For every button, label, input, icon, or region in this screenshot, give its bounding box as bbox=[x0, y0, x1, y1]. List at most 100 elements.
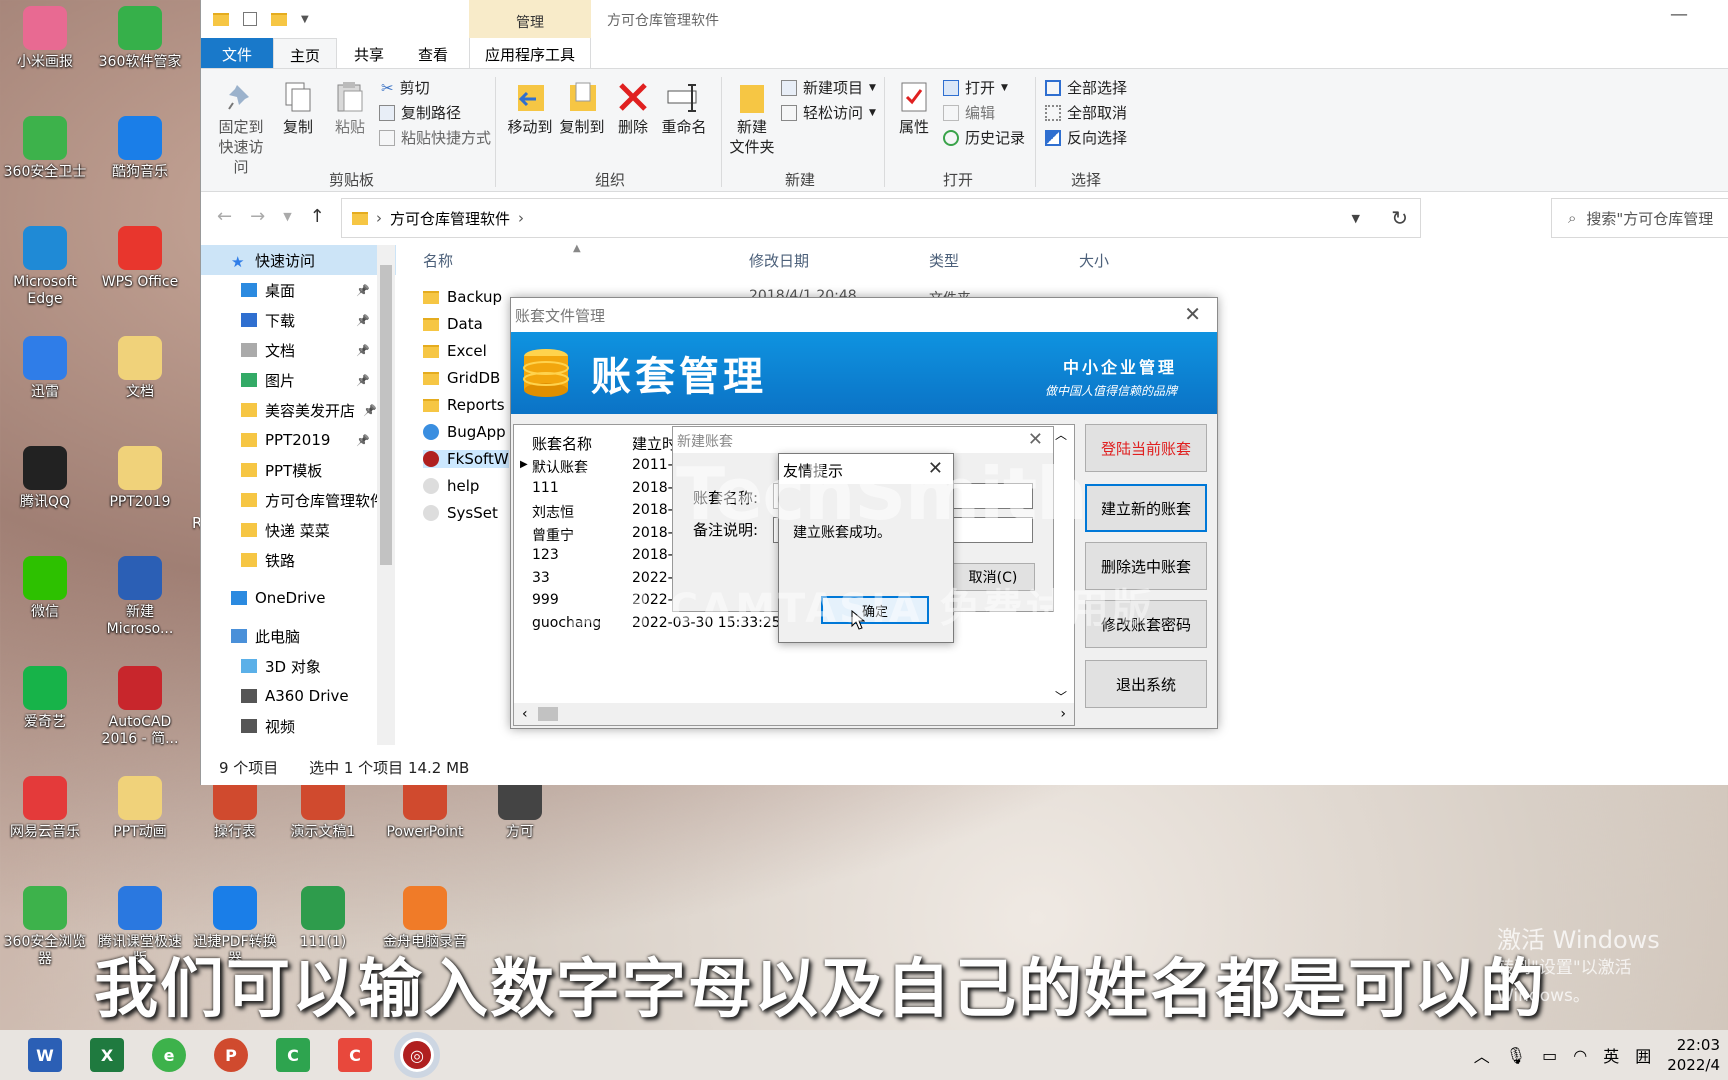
copy-button[interactable]: 复制 bbox=[273, 79, 323, 137]
move-to-button[interactable]: 移动到 bbox=[505, 79, 555, 137]
paste-shortcut-button[interactable]: 粘贴快捷方式 bbox=[379, 127, 491, 148]
file-row[interactable]: Excel bbox=[423, 342, 487, 360]
pin-icon[interactable]: 📌 bbox=[356, 314, 370, 327]
desktop-icon[interactable]: 迅雷 bbox=[0, 336, 90, 401]
new-item-button[interactable]: 新建项目 ▼ bbox=[781, 77, 876, 98]
fangke-app-icon[interactable]: ◎ bbox=[394, 1032, 440, 1078]
desktop-icon[interactable]: 网易云音乐 bbox=[0, 776, 90, 841]
back-arrow-icon[interactable]: ← bbox=[217, 206, 232, 227]
chevron-right-icon[interactable]: › bbox=[1060, 706, 1066, 722]
chevron-left-icon[interactable]: ‹ bbox=[522, 706, 528, 722]
desktop-icon[interactable]: PPT2019 bbox=[95, 446, 185, 511]
close-icon[interactable]: ✕ bbox=[1184, 302, 1201, 326]
easy-access-button[interactable]: 轻松访问 ▼ bbox=[781, 102, 876, 123]
chevron-down-icon[interactable]: ▼ bbox=[301, 14, 309, 25]
open-button[interactable]: 打开 ▼ bbox=[943, 77, 1008, 98]
nav-item[interactable]: 美容美发开店 📌 bbox=[201, 395, 396, 425]
properties-button[interactable]: 属性 bbox=[893, 79, 935, 137]
desktop-icon[interactable]: 文档 bbox=[95, 336, 185, 401]
exit-system-button[interactable]: 退出系统 bbox=[1085, 660, 1207, 708]
desktop-icon[interactable]: 爱奇艺 bbox=[0, 666, 90, 731]
desktop-icon[interactable]: 演示文稿1 bbox=[278, 776, 368, 841]
new-folder-button[interactable]: 新建 文件夹 bbox=[727, 79, 777, 157]
desktop-icon[interactable]: PPT动画 bbox=[95, 776, 185, 841]
wifi-icon[interactable]: ◠ bbox=[1573, 1046, 1587, 1065]
pin-icon[interactable]: 📌 bbox=[356, 374, 370, 387]
desktop-icon[interactable]: 新建 Microso... bbox=[95, 556, 185, 638]
ime-mode-icon[interactable]: 囲 bbox=[1635, 1043, 1651, 1067]
nav-item[interactable]: 快递 菜菜 bbox=[201, 515, 396, 545]
desktop-icon[interactable]: AutoCAD 2016 - 简... bbox=[95, 666, 185, 748]
column-date[interactable]: 修改日期 bbox=[749, 250, 809, 271]
desktop-icon[interactable]: WPS Office bbox=[95, 226, 185, 291]
select-none-button[interactable]: 全部取消 bbox=[1045, 102, 1127, 123]
desktop-icon[interactable]: Microsoft Edge bbox=[0, 226, 90, 308]
cut-button[interactable]: ✂ 剪切 bbox=[381, 77, 430, 98]
nav-item[interactable]: 图片 📌 bbox=[201, 365, 396, 395]
tab-file[interactable]: 文件 bbox=[201, 38, 273, 68]
nav-item[interactable]: 下载 📌 bbox=[201, 305, 396, 335]
copy-to-button[interactable]: 复制到 bbox=[557, 79, 607, 137]
paste-button[interactable]: 粘贴 bbox=[325, 79, 375, 137]
desktop-icon[interactable]: 酷狗音乐 bbox=[95, 116, 185, 181]
history-button[interactable]: 历史记录 bbox=[943, 127, 1025, 148]
pin-icon[interactable]: 📌 bbox=[356, 344, 370, 357]
clock[interactable]: 22:03 2022/4 bbox=[1667, 1035, 1720, 1075]
nav-item[interactable]: 桌面 📌 bbox=[201, 275, 396, 305]
nav-item[interactable]: PPT模板 bbox=[201, 455, 396, 485]
microphone-icon[interactable]: 🎙 bbox=[1506, 1046, 1526, 1065]
chevron-down-icon[interactable]: ﹀ bbox=[1055, 688, 1067, 705]
desktop-icon[interactable]: 360软件管家 bbox=[95, 6, 185, 71]
column-name[interactable]: 名称 bbox=[423, 250, 453, 271]
scrollbar-thumb[interactable] bbox=[380, 265, 392, 565]
search-box[interactable]: ⌕ 搜索"方可仓库管理 bbox=[1551, 198, 1728, 238]
desktop-icon[interactable]: 小米画报 bbox=[0, 6, 90, 71]
excel-icon[interactable]: X bbox=[90, 1038, 124, 1072]
horizontal-scrollbar[interactable]: ‹ › bbox=[514, 703, 1074, 725]
file-row[interactable]: Reports bbox=[423, 396, 505, 414]
chevron-up-icon[interactable]: ︿ bbox=[1474, 1043, 1490, 1067]
nav-item[interactable]: 3D 对象 bbox=[201, 651, 396, 681]
nav-item[interactable]: 视频 bbox=[201, 711, 396, 741]
file-row[interactable]: help bbox=[423, 477, 479, 495]
forward-arrow-icon[interactable]: → bbox=[250, 206, 265, 227]
account-row[interactable]: 123 2018-1 bbox=[532, 547, 682, 563]
nav-item[interactable]: OneDrive bbox=[201, 583, 396, 613]
file-row[interactable]: Backup bbox=[423, 288, 502, 306]
pin-icon[interactable]: 📌 bbox=[363, 404, 377, 417]
desktop-icon[interactable]: 360安全卫士 bbox=[0, 116, 90, 181]
desktop-icon[interactable]: 方可 bbox=[475, 776, 565, 841]
invert-selection-button[interactable]: 反向选择 bbox=[1045, 127, 1127, 148]
nav-item[interactable]: ★ 快速访问 bbox=[201, 245, 396, 275]
rename-button[interactable]: 重命名 bbox=[657, 79, 711, 137]
camtasia-red-icon[interactable]: C bbox=[338, 1038, 372, 1072]
battery-icon[interactable]: ▭ bbox=[1542, 1046, 1557, 1065]
desktop-icon[interactable]: 操行表 bbox=[190, 776, 280, 841]
pin-quick-access-button[interactable]: 固定到 快速访问 bbox=[211, 79, 271, 177]
column-type[interactable]: 类型 bbox=[929, 250, 959, 271]
breadcrumb-current[interactable]: 方可仓库管理软件 bbox=[390, 208, 510, 229]
manage-context-tab[interactable]: 管理 bbox=[469, 0, 591, 38]
chevron-up-icon[interactable]: ︿ bbox=[1055, 426, 1067, 443]
select-all-button[interactable]: 全部选择 bbox=[1045, 77, 1127, 98]
minimize-icon[interactable]: — bbox=[1670, 4, 1688, 25]
desktop-icon[interactable]: PowerPoint bbox=[380, 776, 470, 841]
file-row[interactable]: Data bbox=[423, 315, 483, 333]
ime-indicator[interactable]: 英 bbox=[1603, 1043, 1619, 1067]
chevron-down-icon[interactable]: ▼ bbox=[1352, 212, 1360, 225]
tab-share[interactable]: 共享 bbox=[337, 38, 401, 68]
nav-item[interactable]: A360 Drive bbox=[201, 681, 396, 711]
file-row[interactable]: FkSoftW bbox=[423, 450, 509, 468]
desktop-icon[interactable]: 360安全浏览器 bbox=[0, 886, 90, 968]
desktop-icon[interactable]: 腾讯QQ bbox=[0, 446, 90, 511]
chevron-right-icon[interactable]: › bbox=[518, 209, 524, 227]
login-account-button[interactable]: 登陆当前账套 bbox=[1085, 424, 1207, 472]
checkbox-icon[interactable] bbox=[243, 12, 257, 26]
pin-icon[interactable]: 📌 bbox=[356, 434, 370, 447]
tab-home[interactable]: 主页 bbox=[273, 38, 337, 68]
file-row[interactable]: GridDB bbox=[423, 369, 500, 387]
close-icon[interactable]: ✕ bbox=[1028, 429, 1043, 450]
desktop-icon[interactable]: 微信 bbox=[0, 556, 90, 621]
edit-button[interactable]: 编辑 bbox=[943, 102, 995, 123]
nav-item[interactable]: PPT2019 📌 bbox=[201, 425, 396, 455]
